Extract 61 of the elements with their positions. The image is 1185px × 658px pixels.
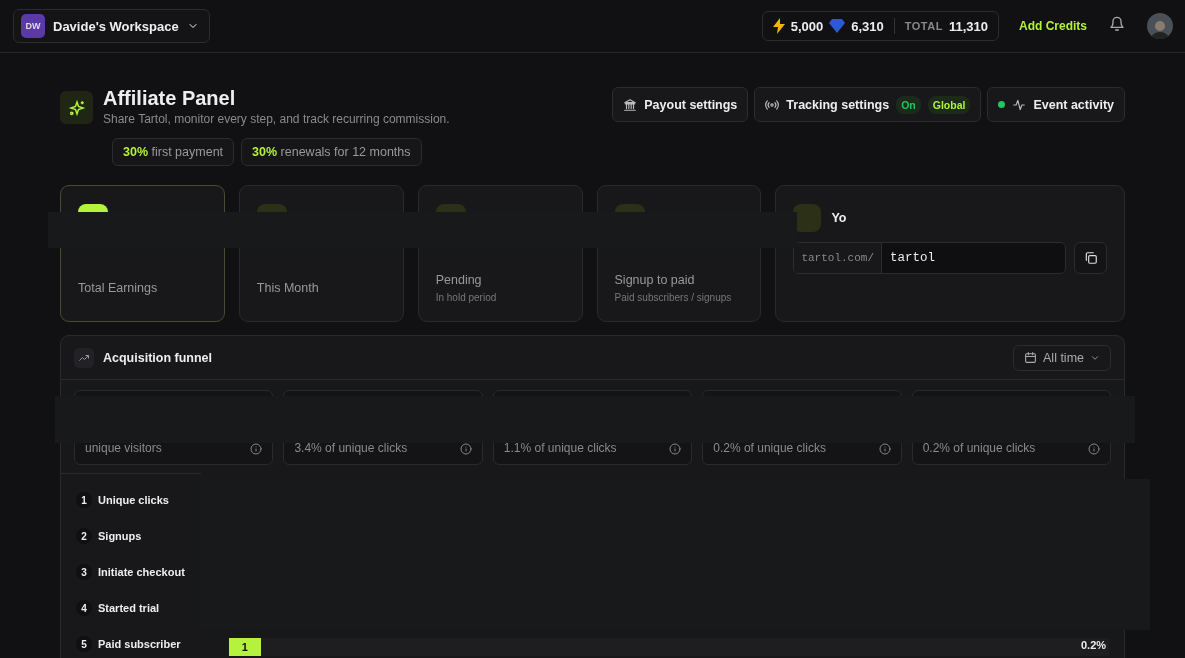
credit-count: 6,310 xyxy=(851,18,884,34)
info-icon xyxy=(459,443,472,455)
copy-button[interactable] xyxy=(1074,242,1107,274)
step-label: Signups xyxy=(98,530,142,542)
user-avatar[interactable] xyxy=(1147,13,1173,39)
referral-field[interactable]: tartol.com/ tartol xyxy=(793,242,1066,274)
lightning-icon xyxy=(772,18,785,34)
metric-caption: 3.4% of unique clicks xyxy=(294,441,408,455)
page-title: Affiliate Panel xyxy=(103,87,237,110)
step-number: 5 xyxy=(76,636,92,652)
gem-icon xyxy=(829,19,846,33)
conversion-share: 0.2% xyxy=(1081,639,1107,651)
info-icon xyxy=(669,443,682,455)
total-label: TOTAL xyxy=(904,20,943,32)
stat-label: Signup to paid xyxy=(614,273,696,287)
link-icon xyxy=(793,204,822,232)
step-number: 4 xyxy=(76,600,92,616)
date-range-dropdown[interactable]: All time xyxy=(1013,344,1111,371)
info-icon xyxy=(878,443,891,455)
panel-title: Acquisition funnel xyxy=(103,350,213,365)
info-icon xyxy=(250,443,263,455)
credit-count: 5,000 xyxy=(790,18,824,34)
metric-caption: 0.2% of unique clicks xyxy=(713,441,826,455)
sparkle-icon xyxy=(60,91,93,124)
payout-button[interactable]: Payout settings xyxy=(612,87,749,122)
step-number: 1 xyxy=(76,492,92,508)
calendar-icon xyxy=(1024,351,1037,364)
workspace-avatar: DW xyxy=(21,14,45,38)
step-number: 2 xyxy=(76,528,92,544)
status-tag: On xyxy=(896,95,921,114)
activity-button[interactable]: Event activity xyxy=(987,87,1125,122)
page-subtitle: Share Tartol, monitor every step, and track recurring commission. xyxy=(103,112,450,126)
workspace-switcher[interactable]: DW Davide's Workspace xyxy=(13,9,210,43)
stat-note: In hold period xyxy=(435,292,498,303)
stat-note: Paid subscribers / signups xyxy=(614,292,733,303)
total-count: 11,310 xyxy=(948,18,988,34)
stat-label: Total Earnings xyxy=(78,281,159,295)
metric-caption: 0.2% of unique clicks xyxy=(922,441,1036,455)
stat-label: Pending xyxy=(435,273,483,287)
pulse-icon xyxy=(1012,97,1027,112)
step-number: 3 xyxy=(76,564,92,580)
card-title: Yo xyxy=(831,211,847,225)
info-icon xyxy=(1088,443,1101,455)
add-credits-link[interactable]: Add Credits xyxy=(1019,19,1087,33)
commission-badge: 30% first payment xyxy=(112,138,235,166)
step-label: Unique clicks xyxy=(98,494,169,506)
step-label: Initiate checkout xyxy=(98,566,185,578)
metric-caption: unique visitors xyxy=(85,441,162,455)
stat-label: This Month xyxy=(256,281,320,295)
tracking-button[interactable]: Tracking settings On Global xyxy=(754,87,982,122)
status-tag: Global xyxy=(927,95,971,114)
funnel-bar: 1 xyxy=(229,638,261,656)
metric-caption: 1.1% of unique clicks xyxy=(503,441,617,455)
broadcast-icon xyxy=(765,97,780,112)
step-label: Paid subscriber xyxy=(98,638,181,650)
commission-badge: 30% renewals for 12 months xyxy=(241,138,422,166)
trend-icon xyxy=(74,347,94,368)
step-label: Started trial xyxy=(98,602,160,614)
bell-icon xyxy=(1109,16,1125,32)
copy-icon xyxy=(1083,251,1098,265)
bank-icon xyxy=(623,97,638,112)
